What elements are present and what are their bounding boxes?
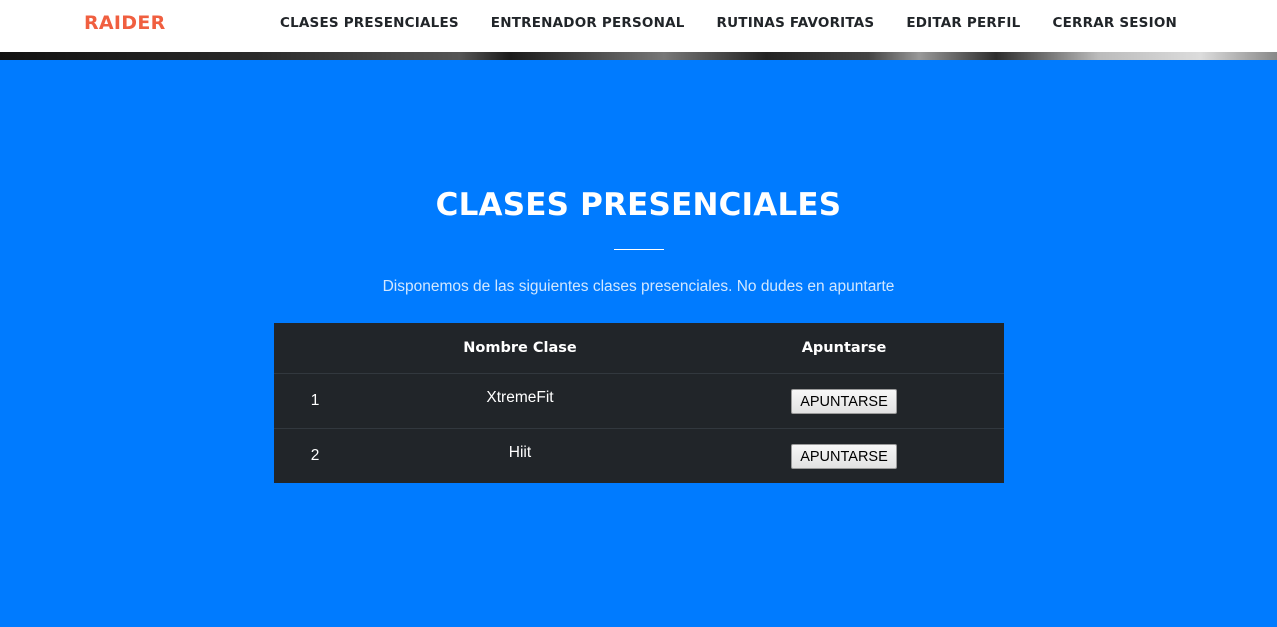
nav-link-entrenador-personal[interactable]: ENTRENADOR PERSONAL — [491, 15, 685, 31]
header-nombre-clase: Nombre Clase — [463, 339, 577, 356]
row-class-name: Hiit — [356, 428, 684, 483]
class-name-text: Hiit — [508, 443, 532, 461]
row-index: 1 — [310, 391, 320, 409]
nav-link-cerrar-sesion[interactable]: CERRAR SESION — [1052, 15, 1177, 31]
header-index — [274, 323, 356, 373]
row-class-name: XtremeFit — [356, 373, 684, 428]
table-row: 2 Hiit APUNTARSE — [274, 428, 1004, 483]
hero-image-strip — [0, 52, 1277, 60]
nav-link-editar-perfil[interactable]: EDITAR PERFIL — [906, 15, 1020, 31]
nav-link-clases-presenciales[interactable]: CLASES PRESENCIALES — [280, 15, 459, 31]
row-index: 2 — [310, 446, 320, 464]
clases-table: Nombre Clase Apuntarse 1 XtremeFit APUNT… — [274, 323, 1004, 483]
brand-logo[interactable]: RAIDER — [84, 12, 166, 34]
header-apuntarse: Apuntarse — [801, 339, 887, 356]
section-subtitle: Disponemos de las siguientes clases pres… — [382, 278, 895, 295]
row-join-cell: APUNTARSE — [684, 428, 1004, 483]
title-divider — [614, 249, 664, 250]
apuntarse-button[interactable]: APUNTARSE — [791, 444, 897, 470]
top-navbar: RAIDER CLASES PRESENCIALES ENTRENADOR PE… — [0, 0, 1277, 52]
clases-section: CLASES PRESENCIALES Disponemos de las si… — [0, 60, 1277, 627]
apuntarse-button[interactable]: APUNTARSE — [791, 389, 897, 414]
table-header-row: Nombre Clase Apuntarse — [274, 323, 1004, 373]
section-title: CLASES PRESENCIALES — [435, 187, 842, 223]
table-row: 1 XtremeFit APUNTARSE — [274, 373, 1004, 428]
class-name-text: XtremeFit — [486, 388, 554, 406]
row-join-cell: APUNTARSE — [684, 373, 1004, 428]
nav-link-rutinas-favoritas[interactable]: RUTINAS FAVORITAS — [717, 15, 875, 31]
nav-links: CLASES PRESENCIALES ENTRENADOR PERSONAL … — [280, 15, 1177, 31]
